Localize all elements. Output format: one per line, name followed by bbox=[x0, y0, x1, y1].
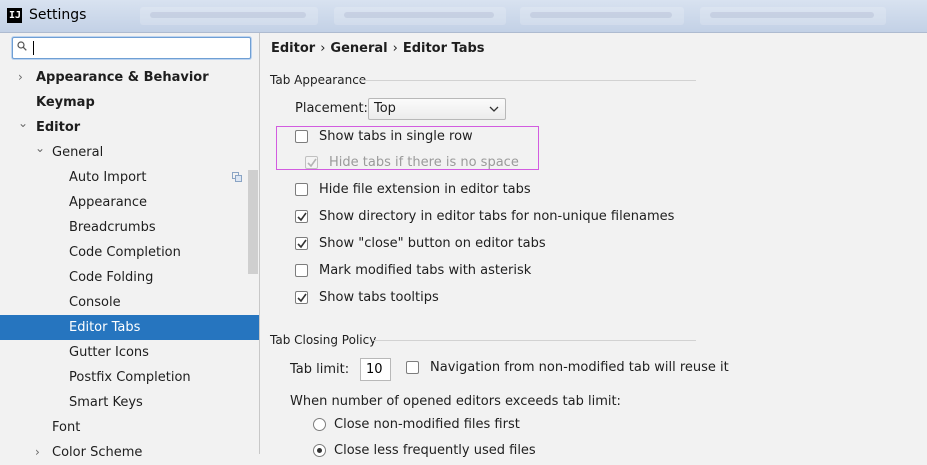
tree-item-label: Keymap bbox=[36, 95, 95, 110]
tree-item-label: Appearance & Behavior bbox=[36, 70, 209, 85]
checkbox[interactable] bbox=[295, 183, 308, 196]
tree-item-appearance-behavior[interactable]: › Appearance & Behavior bbox=[0, 65, 259, 90]
placement-select[interactable]: Top bbox=[368, 98, 506, 120]
radio-button[interactable] bbox=[313, 444, 326, 457]
tree-item-label: Color Scheme bbox=[52, 445, 143, 460]
tree-item-appearance[interactable]: Appearance bbox=[0, 190, 259, 215]
option-label: Show "close" button on editor tabs bbox=[319, 236, 546, 251]
search-box[interactable] bbox=[12, 37, 251, 59]
check-icon bbox=[307, 158, 317, 168]
background-editor-tabs bbox=[140, 7, 927, 25]
tree-item-label: Font bbox=[52, 420, 81, 435]
tree-item-code-folding[interactable]: Code Folding bbox=[0, 265, 259, 290]
tab-limit-input[interactable] bbox=[360, 358, 391, 381]
tree-item-general[interactable]: ⌄ General bbox=[0, 140, 259, 165]
background-tab bbox=[700, 7, 886, 25]
placement-label: Placement: bbox=[295, 101, 368, 116]
tree-item-label: Gutter Icons bbox=[69, 345, 149, 360]
breadcrumb-separator: › bbox=[320, 41, 326, 56]
tree-item-label: Editor Tabs bbox=[69, 320, 141, 335]
background-tab bbox=[334, 7, 506, 25]
tree-item-keymap[interactable]: Keymap bbox=[0, 90, 259, 115]
tree-item-color-scheme[interactable]: › Color Scheme bbox=[0, 440, 259, 465]
checkbox[interactable] bbox=[295, 237, 308, 250]
section-divider bbox=[372, 340, 696, 341]
intellij-logo-icon: IJ bbox=[7, 8, 22, 23]
tree-item-label: Auto Import bbox=[69, 170, 147, 185]
checkbox[interactable] bbox=[295, 264, 308, 277]
section-title-tab-appearance: Tab Appearance bbox=[270, 73, 367, 87]
tree-item-label: Code Folding bbox=[69, 270, 154, 285]
breadcrumb-item: Editor Tabs bbox=[402, 41, 485, 56]
chevron-right-icon[interactable]: › bbox=[18, 65, 23, 90]
title-bar: IJ Settings bbox=[0, 0, 927, 33]
tree-item-font[interactable]: Font bbox=[0, 415, 259, 440]
chevron-down-icon bbox=[489, 106, 499, 112]
tree-item-label: Appearance bbox=[69, 195, 148, 210]
text-caret bbox=[33, 41, 34, 55]
breadcrumb-separator: › bbox=[392, 41, 398, 56]
checkbox[interactable] bbox=[295, 210, 308, 223]
chevron-right-icon[interactable]: › bbox=[35, 440, 40, 465]
tree-item-label: Code Completion bbox=[69, 245, 181, 260]
chevron-down-icon[interactable]: ⌄ bbox=[35, 136, 45, 161]
option-label: Mark modified tabs with asterisk bbox=[319, 263, 532, 278]
option-label: Show directory in editor tabs for non-un… bbox=[319, 209, 675, 224]
tree-item-label: Smart Keys bbox=[69, 395, 143, 410]
option-label: Hide file extension in editor tabs bbox=[319, 182, 531, 197]
settings-content: Editor › General › Editor Tabs Tab Appearanc… bbox=[260, 33, 927, 458]
radio-button[interactable] bbox=[313, 418, 326, 431]
chevron-down-icon[interactable]: ⌄ bbox=[18, 111, 28, 136]
tree-item-label: Postfix Completion bbox=[69, 370, 191, 385]
option-label: Show tabs tooltips bbox=[319, 290, 439, 305]
breadcrumb-item: General bbox=[330, 41, 388, 56]
check-icon bbox=[297, 293, 307, 303]
option-label: Navigation from non-modified tab will re… bbox=[430, 360, 729, 375]
search-icon bbox=[17, 41, 27, 51]
breadcrumb: Editor › General › Editor Tabs bbox=[271, 41, 485, 56]
tree-item-label: Breadcrumbs bbox=[69, 220, 156, 235]
checkbox[interactable] bbox=[295, 291, 308, 304]
checkbox[interactable] bbox=[295, 130, 308, 143]
exceeds-limit-label: When number of opened editors exceeds ta… bbox=[290, 394, 621, 409]
window-title: Settings bbox=[29, 7, 87, 23]
breadcrumb-item: Editor bbox=[271, 41, 316, 56]
tree-item-breadcrumbs[interactable]: Breadcrumbs bbox=[0, 215, 259, 240]
sidebar-scrollbar[interactable] bbox=[248, 170, 258, 274]
background-tab bbox=[140, 7, 318, 25]
tree-item-label: Console bbox=[69, 295, 121, 310]
background-tab bbox=[520, 7, 684, 25]
radio-label: Close less frequently used files bbox=[334, 443, 536, 458]
tree-item-postfix-completion[interactable]: Postfix Completion bbox=[0, 365, 259, 390]
tree-item-auto-import[interactable]: Auto Import bbox=[0, 165, 259, 190]
placement-select-value: Top bbox=[374, 101, 396, 116]
tree-item-label: General bbox=[52, 145, 104, 160]
copy-icon bbox=[232, 172, 242, 182]
tab-limit-label: Tab limit: bbox=[290, 362, 350, 377]
radio-label: Close non-modified files first bbox=[334, 417, 520, 432]
tree-item-console[interactable]: Console bbox=[0, 290, 259, 315]
checkbox[interactable] bbox=[305, 156, 318, 169]
option-label: Show tabs in single row bbox=[319, 129, 473, 144]
tree-item-smart-keys[interactable]: Smart Keys bbox=[0, 390, 259, 415]
tree-item-gutter-icons[interactable]: Gutter Icons bbox=[0, 340, 259, 365]
settings-sidebar: › Appearance & Behavior Keymap ⌄ Editor … bbox=[0, 33, 260, 460]
tree-item-code-completion[interactable]: Code Completion bbox=[0, 240, 259, 265]
section-title-tab-closing-policy: Tab Closing Policy bbox=[270, 333, 377, 347]
checkbox[interactable] bbox=[406, 361, 419, 374]
check-icon bbox=[297, 212, 307, 222]
check-icon bbox=[297, 239, 307, 249]
tree-item-editor-tabs[interactable]: Editor Tabs bbox=[0, 315, 259, 340]
option-label: Hide tabs if there is no space bbox=[329, 155, 519, 170]
search-input[interactable] bbox=[35, 38, 245, 58]
section-divider bbox=[360, 80, 696, 81]
